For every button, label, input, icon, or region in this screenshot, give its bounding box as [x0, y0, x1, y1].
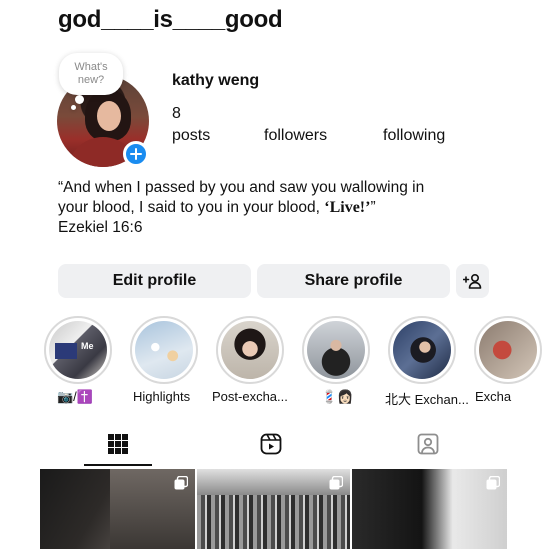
highlight-item[interactable]	[216, 316, 284, 384]
bio-line: “And when I passed by you and saw you wa…	[58, 179, 425, 196]
bio-line: Ezekiel 16:6	[58, 219, 143, 236]
profile-username[interactable]: god____is____good	[58, 6, 283, 34]
highlight-item[interactable]: Me	[44, 316, 112, 384]
highlight-label: 💈👩🏻	[321, 389, 354, 404]
multiple-posts-icon	[486, 476, 500, 490]
discover-people-button[interactable]	[456, 264, 489, 298]
highlight-label: 北大 Exchan...	[385, 392, 469, 407]
highlight-cover	[307, 321, 365, 379]
post-thumbnail[interactable]	[197, 469, 350, 549]
posts-label[interactable]: posts	[172, 127, 210, 145]
tab-tagged[interactable]	[416, 432, 440, 456]
profile-bio: “And when I passed by you and saw you wa…	[58, 178, 518, 238]
highlight-cover	[221, 321, 279, 379]
tab-selected-indicator	[84, 464, 152, 466]
plus-icon	[130, 148, 142, 160]
reels-icon	[260, 433, 282, 455]
note-text: What's new?	[74, 61, 108, 86]
posts-count: 8	[172, 105, 181, 122]
share-profile-button[interactable]: Share profile	[257, 264, 450, 298]
highlight-item[interactable]	[302, 316, 370, 384]
highlight-label: Post-excha...	[212, 389, 288, 404]
multiple-posts-icon	[174, 476, 188, 490]
highlight-item[interactable]	[130, 316, 198, 384]
add-person-icon	[462, 273, 481, 289]
multiple-posts-icon	[329, 476, 343, 490]
highlight-label: Excha	[475, 389, 512, 404]
highlight-item[interactable]	[388, 316, 456, 384]
tab-reels[interactable]	[259, 432, 283, 456]
display-name: kathy weng	[172, 72, 260, 89]
highlight-item[interactable]	[474, 316, 542, 384]
highlight-cover	[393, 321, 451, 379]
grid-icon	[108, 434, 128, 454]
highlight-cover	[479, 321, 537, 379]
note-bubble-dot	[75, 95, 84, 104]
post-thumbnail[interactable]	[352, 469, 507, 549]
highlight-cover: Me	[49, 321, 107, 379]
following-label[interactable]: following	[383, 127, 445, 145]
highlight-cover	[135, 321, 193, 379]
note-bubble[interactable]: What's new?	[59, 53, 123, 95]
tagged-icon	[417, 433, 439, 455]
bio-live: ‘Live!’	[324, 199, 371, 216]
tab-posts-grid[interactable]	[106, 432, 130, 456]
highlight-label: 📷/✝️	[57, 389, 93, 404]
highlight-label: Highlights	[133, 389, 191, 404]
add-story-button[interactable]	[123, 141, 149, 167]
edit-profile-button[interactable]: Edit profile	[58, 264, 251, 298]
note-bubble-dot	[71, 105, 76, 110]
followers-label[interactable]: followers	[264, 127, 327, 145]
bio-line: your blood, I said to you in your blood,…	[58, 199, 376, 216]
post-thumbnail[interactable]	[40, 469, 195, 549]
